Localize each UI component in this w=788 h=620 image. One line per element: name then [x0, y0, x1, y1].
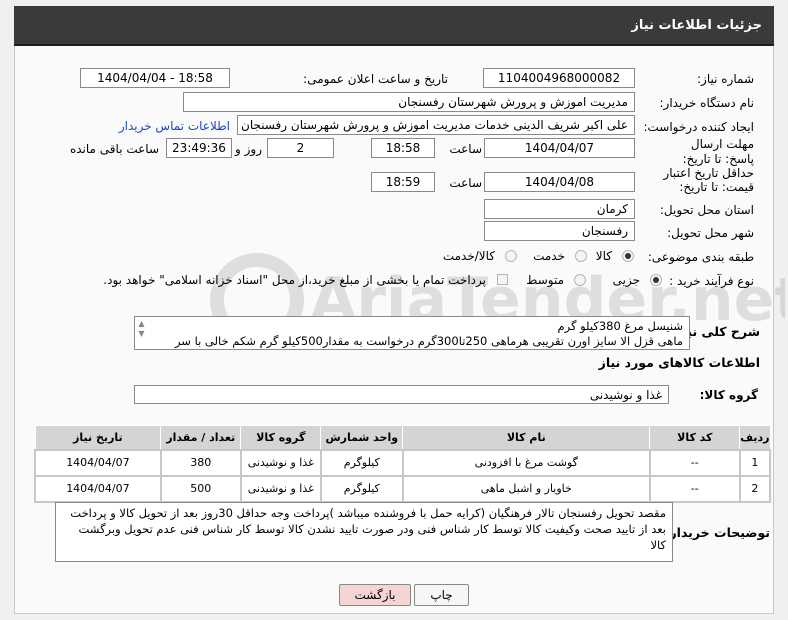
- col-header-row-number: ردیف: [739, 425, 771, 450]
- table-row: 2 -- خاویار و اشبل ماهی کیلوگرم غذا و نو…: [34, 474, 772, 503]
- process-label: نوع فرآیند خرید :: [669, 274, 754, 288]
- payment-checkbox[interactable]: [497, 274, 508, 285]
- days-field: 2: [267, 138, 334, 158]
- items-table: ردیف کد کالا نام کالا واحد شمارش گروه کا…: [34, 425, 772, 503]
- col-header-group: گروه کالا: [240, 425, 322, 450]
- table-row: 1 -- گوشت مرغ با افزودنی کیلوگرم غذا و ن…: [34, 448, 772, 477]
- send-deadline-label: مهلت ارسال پاسخ: تا تاریخ:: [682, 137, 754, 166]
- send-deadline-date: 1404/04/07: [484, 138, 635, 158]
- days-and-label: روز و: [235, 142, 262, 156]
- category-radio-goods[interactable]: [622, 250, 634, 262]
- goods-section-title: اطلاعات کالاهای مورد نیاز: [598, 355, 760, 370]
- cell-code: --: [648, 474, 741, 503]
- city-label: شهر محل تحویل:: [667, 226, 754, 240]
- price-hour-label: ساعت: [449, 176, 482, 190]
- process-option-medium: متوسط: [526, 273, 564, 287]
- col-header-code: کد کالا: [649, 425, 741, 450]
- buyer-notes-label: توضیحات خریدار:: [664, 525, 770, 540]
- category-option-service: خدمت: [533, 249, 565, 263]
- cell-row-number: 2: [738, 474, 772, 503]
- col-header-name: نام کالا: [402, 425, 651, 450]
- description-scroll-arrows[interactable]: ▲ ▼: [137, 319, 146, 339]
- buyer-contact-link[interactable]: اطلاعات تماس خریدار: [119, 119, 230, 133]
- goods-group-field: غذا و نوشیدنی: [134, 385, 669, 404]
- goods-group-label: گروه کالا:: [699, 388, 758, 402]
- description-line-1: شنیسل مرغ 380کیلو گرم: [557, 319, 683, 333]
- cell-quantity: 380: [159, 448, 242, 477]
- province-field: کرمان: [484, 199, 635, 219]
- category-option-goods: کالا: [595, 249, 612, 263]
- description-line-2: ماهی قزل الا سایز اورن تقریبی هرماهی 250…: [174, 334, 683, 348]
- creator-field: علی اکبر شریف الدینی خدمات مدیریت اموزش …: [237, 115, 635, 135]
- buyer-org-label: نام دستگاه خریدار:: [659, 96, 755, 110]
- buyer-org-field: مدیریت اموزش و پرورش شهرستان رفسنجان: [183, 92, 635, 112]
- cell-code: --: [648, 448, 741, 477]
- announce-date-field: 1404/04/04 - 18:58: [80, 68, 230, 88]
- announce-label: تاریخ و ساعت اعلان عمومی:: [303, 72, 448, 86]
- send-deadline-time: 18:58: [371, 138, 435, 158]
- send-hour-label: ساعت: [449, 142, 482, 156]
- price-validity-date: 1404/04/08: [484, 172, 635, 192]
- city-field: رفسنجان: [484, 221, 635, 241]
- remaining-label: ساعت باقی مانده: [69, 142, 159, 156]
- cell-group: غذا و نوشیدنی: [239, 474, 322, 503]
- price-validity-label: حداقل تاریخ اعتبار قیمت: تا تاریخ:: [663, 166, 754, 194]
- col-header-unit: واحد شمارش: [320, 425, 404, 450]
- description-textarea[interactable]: شنیسل مرغ 380کیلو گرم ماهی قزل الا سایز …: [134, 316, 690, 350]
- process-option-minor: جزیی: [612, 273, 640, 287]
- buyer-notes-textarea[interactable]: مقصد تحویل رفسنجان تالار فرهنگیان (کرایه…: [55, 502, 673, 562]
- category-option-goods-service: کالا/خدمت: [442, 249, 495, 263]
- price-validity-time: 18:59: [371, 172, 435, 192]
- province-label: استان محل تحویل:: [659, 203, 754, 217]
- remaining-time-field: 23:49:36: [166, 138, 232, 158]
- need-number-field: 1104004968000082: [483, 68, 635, 88]
- need-number-label: شماره نیاز:: [697, 72, 754, 86]
- cell-unit: کیلوگرم: [319, 448, 404, 477]
- buyer-notes-text: مقصد تحویل رفسنجان تالار فرهنگیان (کرایه…: [70, 506, 666, 552]
- category-label: طبقه بندی موضوعی:: [647, 250, 754, 264]
- cell-need-date: 1404/04/07: [34, 474, 162, 503]
- cell-group: غذا و نوشیدنی: [239, 448, 322, 477]
- cell-unit: کیلوگرم: [319, 474, 404, 503]
- back-button[interactable]: بازگشت: [339, 584, 411, 606]
- process-radio-medium[interactable]: [574, 274, 586, 286]
- process-radio-minor[interactable]: [650, 274, 662, 286]
- cell-row-number: 1: [738, 448, 772, 477]
- cell-need-date: 1404/04/07: [34, 448, 162, 477]
- table-header-row: ردیف کد کالا نام کالا واحد شمارش گروه کا…: [34, 425, 771, 450]
- col-header-quantity: تعداد / مقدار: [160, 425, 242, 450]
- creator-label: ایجاد کننده درخواست:: [643, 120, 754, 134]
- print-button[interactable]: چاپ: [414, 584, 469, 606]
- cell-quantity: 500: [159, 474, 242, 503]
- cell-name: خاویار و اشبل ماهی: [401, 474, 651, 503]
- category-radio-service[interactable]: [575, 250, 587, 262]
- cell-name: گوشت مرغ با افزودنی: [401, 448, 651, 477]
- category-radio-goods-service[interactable]: [505, 250, 517, 262]
- payment-note: پرداخت تمام یا بخشی از مبلغ خرید،از محل …: [103, 273, 486, 287]
- col-header-need-date: تاریخ نیاز: [34, 425, 162, 450]
- page-title: جزئیات اطلاعات نیاز: [14, 6, 774, 46]
